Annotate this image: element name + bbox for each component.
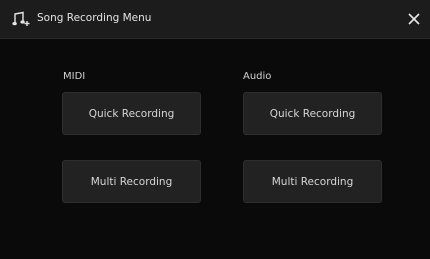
audio-section-label: Audio [243, 71, 272, 82]
song-recording-menu-screen: Song Recording Menu MIDI Audio Quick Rec… [0, 0, 430, 259]
title-bar: Song Recording Menu [0, 0, 430, 39]
button-label: Multi Recording [271, 175, 354, 188]
close-icon[interactable] [404, 9, 424, 29]
button-label: Quick Recording [269, 107, 356, 120]
button-label: Multi Recording [90, 175, 173, 188]
midi-multi-recording-button[interactable]: Multi Recording [62, 160, 201, 203]
music-note-icon [12, 11, 30, 27]
page-title: Song Recording Menu [37, 12, 152, 24]
button-label: Quick Recording [88, 107, 175, 120]
midi-section-label: MIDI [63, 71, 86, 82]
midi-quick-recording-button[interactable]: Quick Recording [62, 92, 201, 135]
audio-quick-recording-button[interactable]: Quick Recording [243, 92, 382, 135]
audio-multi-recording-button[interactable]: Multi Recording [243, 160, 382, 203]
